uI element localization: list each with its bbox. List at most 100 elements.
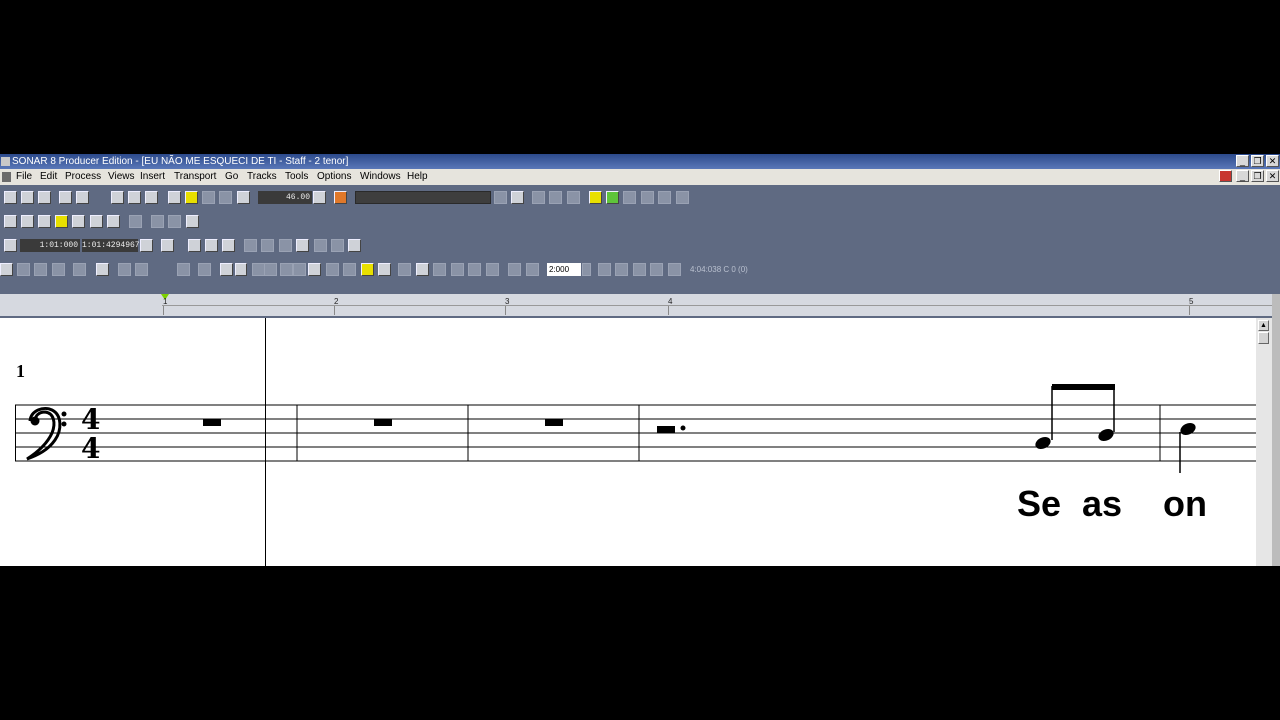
grid-icon[interactable] [567, 191, 580, 204]
select-none-icon[interactable] [222, 239, 235, 252]
staff-pane[interactable]: 1 4 4 Se as on [0, 318, 1256, 566]
snap-value-field[interactable]: 2:000 [547, 263, 581, 276]
layout-icon[interactable] [308, 263, 321, 276]
sync-icon[interactable] [314, 239, 327, 252]
quarter-note-icon[interactable] [451, 263, 464, 276]
alert-icon[interactable] [237, 191, 250, 204]
scroll-thumb[interactable] [1258, 332, 1269, 344]
half-rest[interactable] [657, 426, 675, 433]
lyric-syllable[interactable]: on [1163, 483, 1207, 525]
pencil-tool-icon[interactable] [633, 263, 646, 276]
transpose-dropdown[interactable] [293, 263, 306, 276]
stop-icon[interactable] [168, 191, 181, 204]
metronome-icon[interactable] [334, 191, 347, 204]
select-start-icon[interactable] [161, 239, 174, 252]
menu-windows[interactable]: Windows [360, 171, 401, 182]
transport-loop-icon[interactable] [151, 215, 164, 228]
tempo-arrows-icon[interactable] [313, 191, 326, 204]
marker-view-icon[interactable] [296, 239, 309, 252]
event-list-icon[interactable] [145, 191, 158, 204]
rest-icon[interactable] [508, 263, 521, 276]
whole-note-icon[interactable] [416, 263, 429, 276]
select-end-icon[interactable] [188, 239, 201, 252]
piano-roll-icon[interactable] [111, 191, 124, 204]
restore-button[interactable]: ❐ [1251, 155, 1264, 167]
snap-icon[interactable] [532, 191, 545, 204]
zoom-icon[interactable] [73, 263, 86, 276]
time-ruler[interactable]: 1 2 3 4 5 [0, 294, 1272, 316]
back-arrow-icon[interactable] [650, 263, 663, 276]
refresh-icon[interactable] [668, 263, 681, 276]
trim-durations-icon[interactable] [343, 263, 356, 276]
whole-rest[interactable] [203, 419, 221, 426]
expression-icon[interactable] [398, 263, 411, 276]
info-icon[interactable] [598, 263, 611, 276]
menu-edit[interactable]: Edit [40, 171, 57, 182]
outer-scrollbar[interactable] [1272, 294, 1280, 566]
wave-icon[interactable] [641, 191, 654, 204]
preset-save-icon[interactable] [511, 191, 524, 204]
half-note-icon[interactable] [433, 263, 446, 276]
doc-close-button[interactable]: ✕ [1266, 170, 1279, 182]
clock-icon[interactable] [4, 239, 17, 252]
marker-add-icon[interactable] [244, 239, 257, 252]
note-duration-dropdown[interactable] [235, 263, 247, 276]
marker-prev-icon[interactable] [261, 239, 274, 252]
vertical-scrollbar[interactable]: ▲ [1256, 318, 1272, 566]
erase-tool-icon[interactable] [34, 263, 47, 276]
rewind-to-start-icon[interactable] [4, 215, 17, 228]
note-flip-icon[interactable] [177, 263, 190, 276]
beamed-eighth-notes[interactable] [1033, 384, 1115, 451]
staff-view-icon[interactable] [128, 191, 141, 204]
lock-icon[interactable] [1219, 170, 1232, 182]
menu-process[interactable]: Process [65, 171, 101, 182]
lyrics-icon[interactable] [378, 263, 391, 276]
transport-stop-icon[interactable] [38, 215, 51, 228]
menu-file[interactable]: File [16, 171, 32, 182]
marker-icon[interactable] [549, 191, 562, 204]
menu-transport[interactable]: Transport [174, 171, 216, 182]
time-display[interactable]: 1:01:000 [20, 239, 80, 252]
grid-arrow-icon[interactable] [135, 263, 148, 276]
blank-tool-icon[interactable] [623, 191, 636, 204]
note-duration-icon[interactable] [220, 263, 233, 276]
preset-combo[interactable] [355, 191, 491, 204]
transport-play-icon[interactable] [55, 215, 68, 228]
menu-help[interactable]: Help [407, 171, 428, 182]
tie-icon[interactable] [526, 263, 539, 276]
g-button-icon[interactable] [606, 191, 619, 204]
close-button[interactable]: ✕ [1266, 155, 1279, 167]
open-file-icon[interactable] [21, 191, 34, 204]
play-icon[interactable] [185, 191, 198, 204]
select-all-icon[interactable] [205, 239, 218, 252]
transport-record-icon[interactable] [129, 215, 142, 228]
scrub-tool-icon[interactable] [52, 263, 65, 276]
tempo-display[interactable]: 46.00 [258, 191, 312, 204]
lyric-syllable[interactable]: as [1082, 483, 1122, 525]
menu-tracks[interactable]: Tracks [247, 171, 277, 182]
transport-alert-icon[interactable] [186, 215, 199, 228]
triplet-icon[interactable] [264, 263, 277, 276]
menu-options[interactable]: Options [317, 171, 351, 182]
preset-prev-icon[interactable] [494, 191, 507, 204]
draw-tool-icon[interactable] [17, 263, 30, 276]
whole-rest[interactable] [374, 419, 392, 426]
new-file-icon[interactable] [4, 191, 17, 204]
scroll-up-icon[interactable]: ▲ [1258, 320, 1269, 331]
rewind-icon[interactable] [21, 215, 34, 228]
whole-rest[interactable] [545, 419, 563, 426]
loop-icon[interactable] [219, 191, 232, 204]
chart-icon[interactable] [658, 191, 671, 204]
transpose-icon[interactable] [280, 263, 293, 276]
snap-spinner[interactable] [582, 263, 591, 276]
midi-icon[interactable] [331, 239, 344, 252]
document-icon[interactable] [2, 172, 11, 182]
fill-durations-icon[interactable] [326, 263, 339, 276]
track-view-icon[interactable] [59, 191, 72, 204]
help-icon[interactable] [348, 239, 361, 252]
menu-views[interactable]: Views [108, 171, 135, 182]
punch-icon[interactable] [168, 215, 181, 228]
select-tool-icon[interactable] [0, 263, 13, 276]
minimize-button[interactable]: _ [1236, 155, 1249, 167]
tool-extra-icon[interactable] [676, 191, 689, 204]
